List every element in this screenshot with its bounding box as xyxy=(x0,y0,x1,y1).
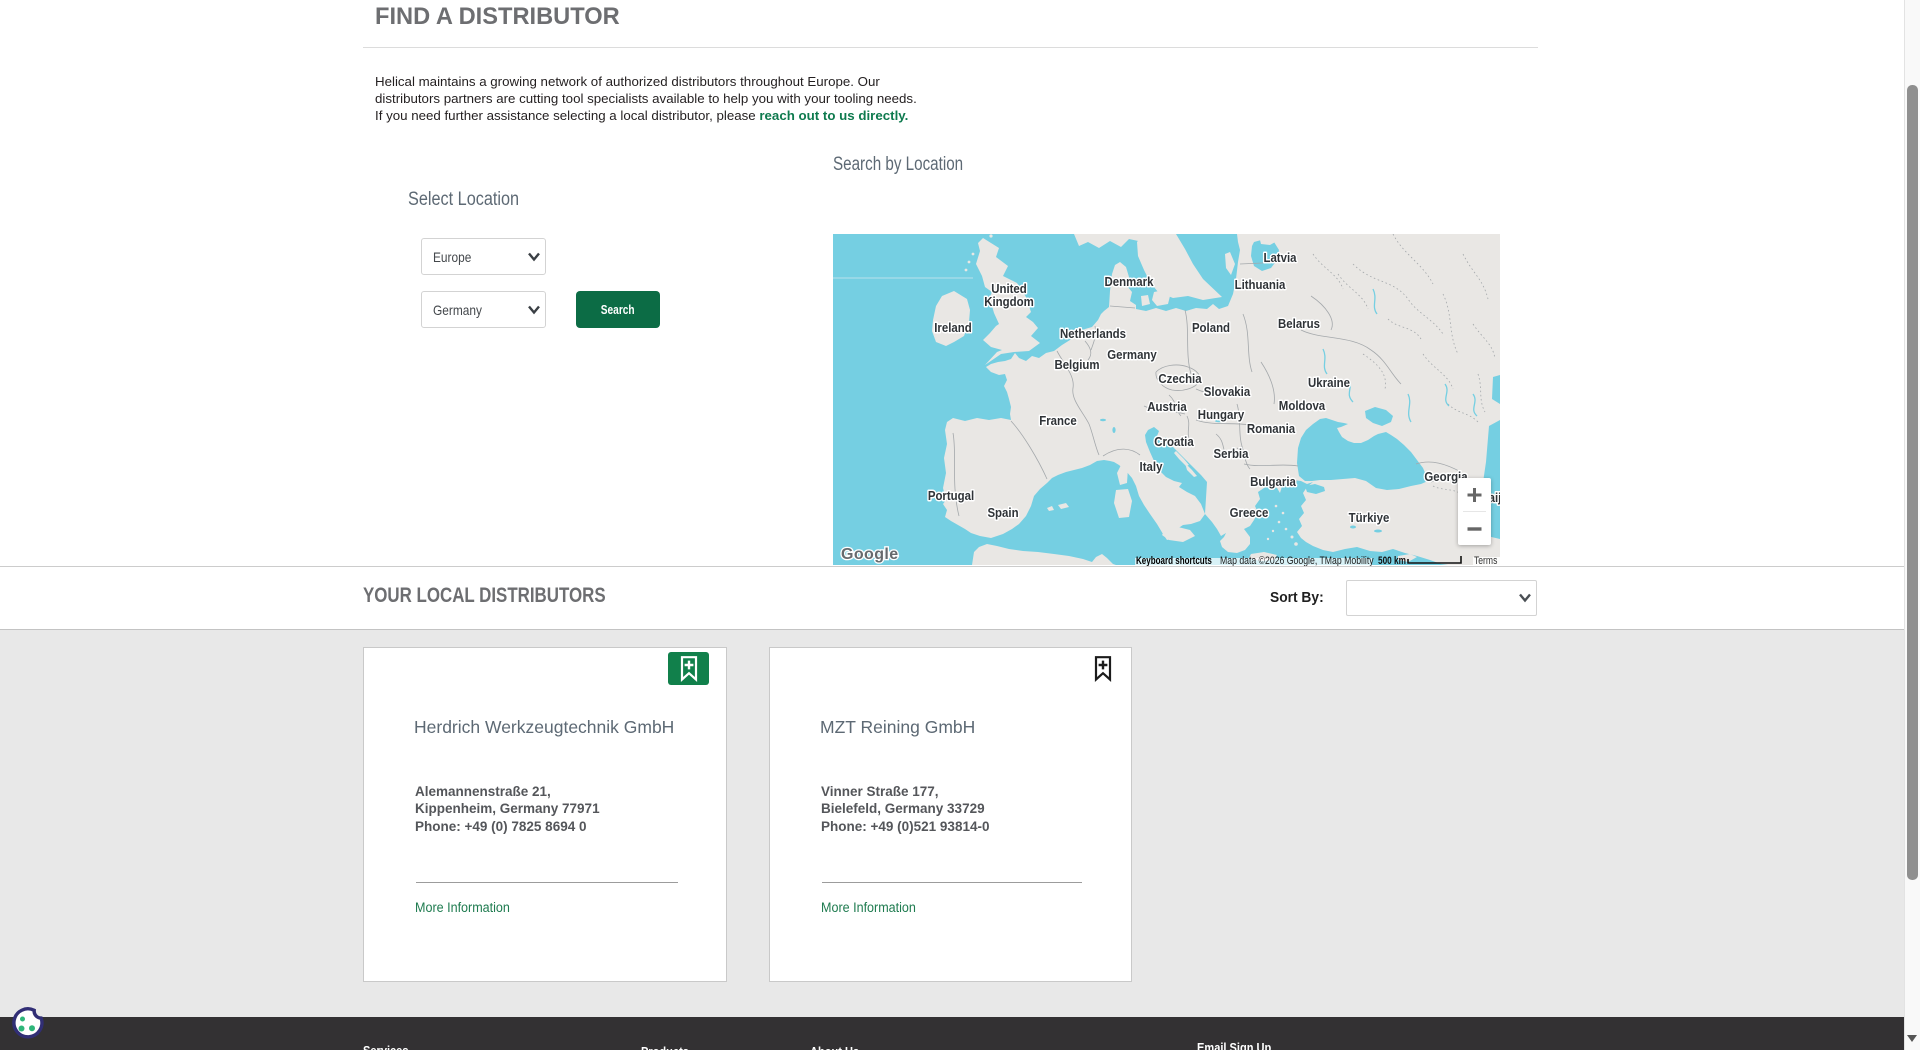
svg-text:Spain: Spain xyxy=(987,505,1018,520)
svg-text:Kingdom: Kingdom xyxy=(984,294,1034,309)
svg-text:Belgium: Belgium xyxy=(1054,357,1099,372)
svg-text:Bulgaria: Bulgaria xyxy=(1250,474,1296,489)
svg-text:Italy: Italy xyxy=(1140,459,1163,474)
svg-text:Ireland: Ireland xyxy=(934,320,971,335)
svg-text:Denmark: Denmark xyxy=(1105,274,1154,289)
svg-text:Moldova: Moldova xyxy=(1279,398,1326,413)
svg-text:Germany: Germany xyxy=(1107,347,1157,362)
svg-text:Croatia: Croatia xyxy=(1154,434,1194,449)
svg-text:Slovakia: Slovakia xyxy=(1204,384,1251,399)
svg-text:Greece: Greece xyxy=(1230,505,1269,520)
svg-text:Hungary: Hungary xyxy=(1198,407,1245,422)
svg-text:Poland: Poland xyxy=(1192,320,1230,335)
svg-text:Belarus: Belarus xyxy=(1278,316,1320,331)
svg-text:France: France xyxy=(1039,413,1077,428)
svg-text:Netherlands: Netherlands xyxy=(1060,326,1126,341)
svg-text:Austria: Austria xyxy=(1147,399,1187,414)
svg-text:Ukraine: Ukraine xyxy=(1308,375,1350,390)
svg-text:Romania: Romania xyxy=(1247,421,1295,436)
svg-text:Türkiye: Türkiye xyxy=(1349,510,1390,525)
svg-text:Portugal: Portugal xyxy=(928,488,974,503)
svg-text:Lithuania: Lithuania xyxy=(1235,277,1286,292)
svg-text:Serbia: Serbia xyxy=(1214,446,1249,461)
svg-text:Google: Google xyxy=(841,546,899,563)
svg-text:Latvia: Latvia xyxy=(1263,250,1296,265)
svg-text:Czechia: Czechia xyxy=(1158,371,1201,386)
